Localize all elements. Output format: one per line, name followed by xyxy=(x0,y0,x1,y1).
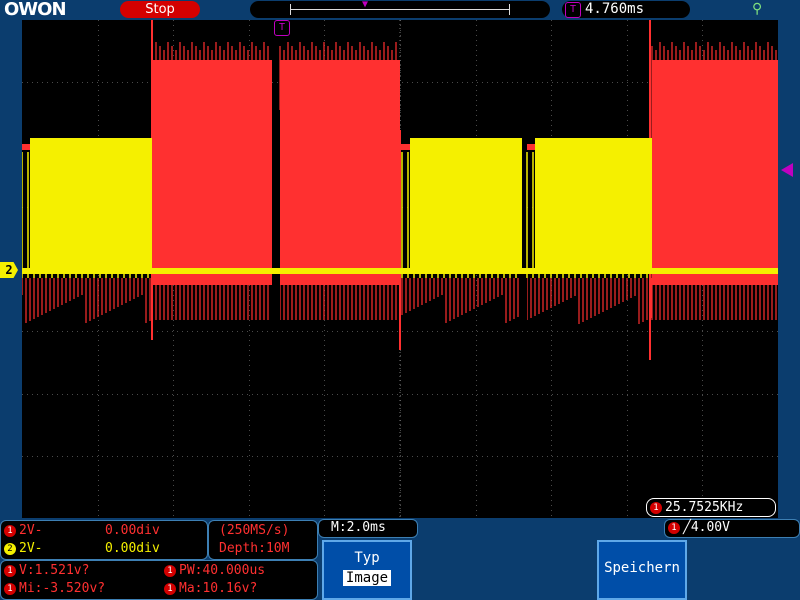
trigger-position-icon: ▼ xyxy=(362,0,369,10)
type-value: Image xyxy=(342,570,392,586)
trigger-time-icon: T xyxy=(274,20,290,36)
ch1-icon: 1 xyxy=(650,501,662,514)
type-label: Typ xyxy=(354,550,380,566)
measure-mi: 1 Mi:-3.520v? xyxy=(1,580,105,598)
timebase-value: M:2.0ms xyxy=(331,520,386,535)
measure-ch-icon: 1 xyxy=(164,564,176,577)
buffer-left-bracket xyxy=(290,4,291,15)
rising-edge-icon: ╱ xyxy=(683,520,691,535)
run-stop-status[interactable]: Stop xyxy=(120,1,200,18)
brand-logo: OWON xyxy=(4,0,67,20)
ch1-settings-row[interactable]: 1 2V- 0.00div xyxy=(1,522,207,540)
channel-settings: 1 2V- 0.00div 2 2V- 0.00div xyxy=(0,520,208,560)
ch2-burst xyxy=(30,138,152,272)
buffer-line xyxy=(290,9,510,10)
wave-gap xyxy=(272,110,280,320)
ch2-burst xyxy=(410,138,522,272)
measure-v: 1 V:1.521v? xyxy=(1,562,89,580)
measure-ma: 1 Ma:10.16v? xyxy=(161,580,257,598)
ch1-volts: 2V- xyxy=(19,523,43,538)
trigger-channel-badge: 1 xyxy=(668,521,680,534)
ch2-baseline xyxy=(22,268,778,274)
ch1-burst xyxy=(652,60,778,285)
trigger-level-icon[interactable] xyxy=(781,163,793,177)
measure-ch-icon: 1 xyxy=(4,582,16,595)
type-menu-button[interactable]: Typ Image xyxy=(322,540,412,600)
trigger-level: 4.00V xyxy=(690,520,730,535)
ch2-volts: 2V- xyxy=(19,541,43,556)
waveform-plot xyxy=(22,20,778,518)
trigger-readout[interactable]: 1 ╱4.00V xyxy=(664,519,800,538)
measure-ma-value: Ma:10.16v? xyxy=(179,581,258,596)
memory-depth: Depth:10M xyxy=(219,541,290,556)
trigger-delay-value: 4.760ms xyxy=(585,1,645,17)
save-button[interactable]: Speichern xyxy=(597,540,687,600)
usb-icon: ⚲ xyxy=(752,1,763,17)
acquisition-info: (250MS/s) Depth:10M xyxy=(208,520,318,560)
ch2-ground-marker[interactable]: 2 xyxy=(0,262,18,278)
measure-pw: 1 PW:40.000us xyxy=(161,562,265,580)
measure-pw-value: PW:40.000us xyxy=(179,563,266,578)
save-label: Speichern xyxy=(604,560,680,576)
waveform-display: T xyxy=(22,20,778,518)
trigger-icon: T xyxy=(565,2,581,18)
measure-ch-icon: 1 xyxy=(4,564,16,577)
ch2-badge: 2 xyxy=(4,542,16,555)
frequency-value: 25.7525KHz xyxy=(665,500,744,515)
timebase-readout[interactable]: M:2.0ms xyxy=(318,519,418,538)
ch2-offset: 0.00div xyxy=(105,541,160,556)
measure-mi-value: Mi:-3.520v? xyxy=(19,581,106,596)
buffer-right-bracket xyxy=(509,4,510,15)
measure-v-value: V:1.521v? xyxy=(19,563,90,578)
top-status-bar: OWON Stop ▼ T 4.760ms ⚲ xyxy=(0,0,800,20)
bottom-panel: 1 2V- 0.00div 2 2V- 0.00div (250MS/s) Dept… xyxy=(0,518,800,600)
ch2-settings-row[interactable]: 2 2V- 0.00div xyxy=(1,540,207,558)
frequency-readout: 1 25.7525KHz xyxy=(646,498,776,517)
memory-position-bar[interactable]: ▼ xyxy=(250,0,550,18)
ch1-offset: 0.00div xyxy=(105,523,160,538)
measurement-panel: 1 V:1.521v? 1 PW:40.000us 1 Mi:-3.520v? 1 Ma… xyxy=(0,560,318,600)
trigger-delay-readout: T 4.760ms xyxy=(562,1,690,18)
sample-rate: (250MS/s) xyxy=(219,523,290,538)
measure-ch-icon: 1 xyxy=(164,582,176,595)
ch1-badge: 1 xyxy=(4,524,16,537)
